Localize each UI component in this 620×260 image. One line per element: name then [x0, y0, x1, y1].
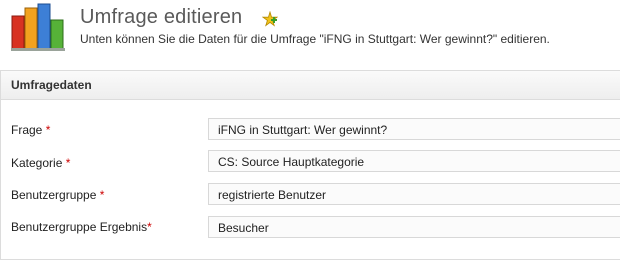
bar-chart-icon	[11, 3, 65, 51]
question-input[interactable]: iFNG in Stuttgart: Wer gewinnt?	[208, 118, 620, 140]
panel-title: Umfragedaten	[11, 78, 92, 92]
category-label-text: Kategorie	[11, 156, 63, 170]
page-subtitle: Unten können Sie die Daten für die Umfra…	[80, 32, 550, 46]
usergroup-select[interactable]: registrierte Benutzer	[208, 183, 620, 205]
usergroup-result-select[interactable]: Besucher	[208, 216, 620, 238]
required-marker: *	[99, 188, 105, 202]
required-marker: *	[65, 156, 71, 170]
required-marker: *	[147, 220, 152, 234]
category-label: Kategorie *	[11, 156, 70, 170]
usergroup-label-text: Benutzergruppe	[11, 188, 97, 202]
add-icon[interactable]	[262, 11, 278, 27]
usergroup-label: Benutzergruppe *	[11, 188, 104, 202]
poll-data-panel: Umfragedaten Frage * iFNG in Stuttgart: …	[0, 70, 620, 260]
category-select[interactable]: CS: Source Hauptkategorie	[208, 150, 620, 172]
usergroup-result-label-text: Benutzergruppe Ergebnis	[11, 220, 148, 234]
page-header: Umfrage editieren Unten können Sie die D…	[0, 0, 620, 62]
usergroup-result-label: Benutzergruppe Ergebnis*	[11, 220, 152, 234]
panel-header: Umfragedaten	[1, 71, 620, 100]
question-label-text: Frage	[11, 123, 43, 137]
question-label: Frage *	[11, 123, 50, 137]
page-title: Umfrage editieren	[80, 6, 243, 28]
required-marker: *	[45, 123, 51, 137]
